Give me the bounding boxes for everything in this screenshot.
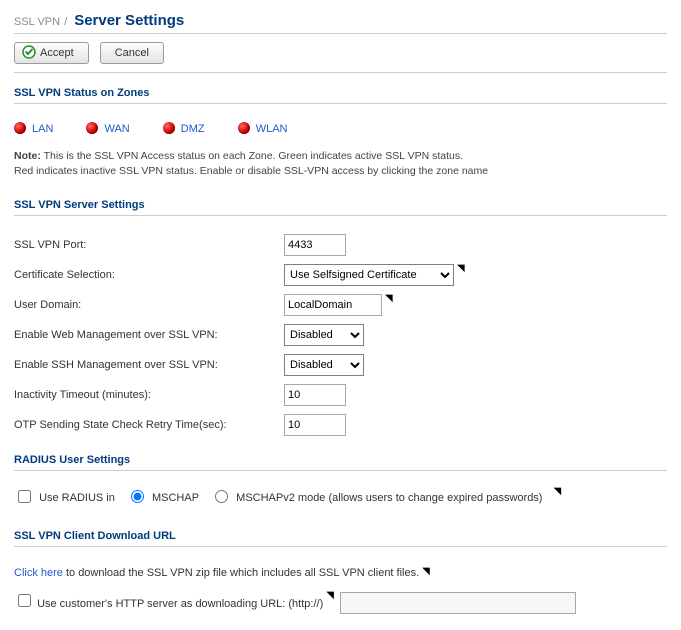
- note-label: Note:: [14, 150, 41, 162]
- click-here-link[interactable]: Click here: [14, 567, 63, 579]
- custom-url-checkbox[interactable]: [18, 594, 31, 607]
- radius-row: Use RADIUS in MSCHAP MSCHAPv2 mode (allo…: [14, 485, 667, 516]
- zone-wlan-label: WLAN: [256, 123, 288, 135]
- caret-icon: ◥: [385, 294, 393, 304]
- custom-url-input[interactable]: [340, 592, 576, 614]
- section-download-header: SSL VPN Client Download URL: [14, 516, 667, 547]
- toolbar: Accept Cancel: [14, 34, 667, 73]
- download-desc-row: Click here to download the SSL VPN zip f…: [14, 561, 667, 585]
- otp-label: OTP Sending State Check Retry Time(sec):: [14, 419, 284, 431]
- mschapv2-label: MSCHAPv2 mode (allows users to change ex…: [236, 492, 542, 504]
- breadcrumb-parent: SSL VPN: [14, 16, 60, 28]
- note-line2: Red indicates inactive SSL VPN status. E…: [14, 165, 488, 177]
- row-otp: OTP Sending State Check Retry Time(sec):: [14, 410, 667, 440]
- caret-icon: ◥: [553, 487, 561, 497]
- domain-label: User Domain:: [14, 299, 284, 311]
- mschap-label: MSCHAP: [152, 492, 199, 504]
- zone-wlan[interactable]: WLAN: [238, 122, 288, 135]
- accept-label: Accept: [40, 47, 74, 59]
- otp-input[interactable]: [284, 414, 346, 436]
- timeout-input[interactable]: [284, 384, 346, 406]
- check-circle-icon: [22, 45, 36, 59]
- row-sshmgmt: Enable SSH Management over SSL VPN: Disa…: [14, 350, 667, 380]
- cert-label: Certificate Selection:: [14, 269, 284, 281]
- breadcrumb: SSL VPN/ Server Settings: [14, 10, 667, 34]
- row-webmgmt: Enable Web Management over SSL VPN: Disa…: [14, 320, 667, 350]
- caret-icon: ◥: [326, 591, 334, 601]
- zone-lan[interactable]: LAN: [14, 122, 53, 135]
- webmgmt-select[interactable]: Disabled: [284, 324, 364, 346]
- sshmgmt-label: Enable SSH Management over SSL VPN:: [14, 359, 284, 371]
- download-desc: to download the SSL VPN zip file which i…: [63, 567, 419, 579]
- cert-select[interactable]: Use Selfsigned Certificate: [284, 264, 454, 286]
- caret-icon: ◥: [457, 264, 465, 274]
- use-radius-label: Use RADIUS in: [39, 492, 115, 504]
- download-custom-row: Use customer's HTTP server as downloadin…: [14, 585, 667, 620]
- zone-wan[interactable]: WAN: [86, 122, 129, 135]
- page-title: Server Settings: [74, 12, 184, 29]
- caret-icon: ◥: [422, 567, 430, 577]
- status-dot-icon: [163, 122, 175, 134]
- zone-dmz-label: DMZ: [181, 123, 205, 135]
- zone-dmz[interactable]: DMZ: [163, 122, 205, 135]
- note-line1: This is the SSL VPN Access status on eac…: [44, 150, 463, 162]
- section-server-header: SSL VPN Server Settings: [14, 185, 667, 216]
- webmgmt-label: Enable Web Management over SSL VPN:: [14, 329, 284, 341]
- section-zones-header: SSL VPN Status on Zones: [14, 73, 667, 104]
- row-cert: Certificate Selection: Use Selfsigned Ce…: [14, 260, 667, 290]
- use-radius-checkbox[interactable]: [18, 490, 31, 503]
- zones-note: Note: This is the SSL VPN Access status …: [14, 149, 667, 179]
- cancel-button[interactable]: Cancel: [100, 42, 164, 64]
- custom-url-label: Use customer's HTTP server as downloadin…: [37, 598, 323, 610]
- status-dot-icon: [86, 122, 98, 134]
- zone-wan-label: WAN: [104, 123, 129, 135]
- mschapv2-radio[interactable]: [215, 490, 228, 503]
- sshmgmt-select[interactable]: Disabled: [284, 354, 364, 376]
- status-dot-icon: [14, 122, 26, 134]
- accept-button[interactable]: Accept: [14, 42, 89, 64]
- breadcrumb-sep: /: [60, 16, 71, 28]
- port-label: SSL VPN Port:: [14, 239, 284, 251]
- row-port: SSL VPN Port:: [14, 230, 667, 260]
- zones-row: LAN WAN DMZ WLAN: [14, 118, 667, 149]
- cancel-label: Cancel: [115, 47, 149, 59]
- status-dot-icon: [238, 122, 250, 134]
- section-radius-header: RADIUS User Settings: [14, 440, 667, 471]
- zone-lan-label: LAN: [32, 123, 53, 135]
- row-timeout: Inactivity Timeout (minutes):: [14, 380, 667, 410]
- timeout-label: Inactivity Timeout (minutes):: [14, 389, 284, 401]
- row-domain: User Domain: ◥: [14, 290, 667, 320]
- mschap-radio[interactable]: [131, 490, 144, 503]
- domain-input[interactable]: [284, 294, 382, 316]
- port-input[interactable]: [284, 234, 346, 256]
